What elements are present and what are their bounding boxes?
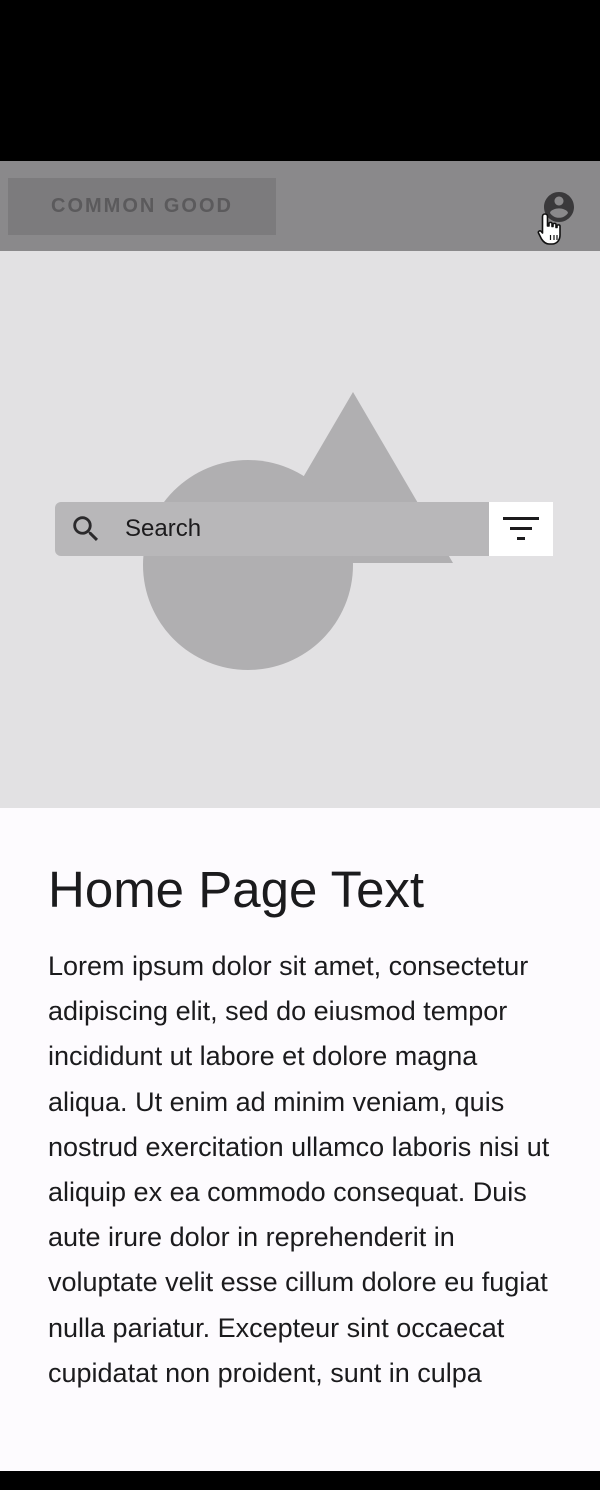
logo[interactable]: COMMON GOOD bbox=[8, 178, 276, 235]
body-paragraph: Lorem ipsum dolor sit amet, consectetur … bbox=[48, 951, 550, 1388]
account-circle-icon bbox=[544, 192, 574, 222]
hero-banner: Search bbox=[0, 251, 600, 808]
status-bar-area bbox=[0, 0, 600, 161]
app-bar: COMMON GOOD bbox=[0, 161, 600, 251]
main-content: Home Page Text Lorem ipsum dolor sit ame… bbox=[0, 808, 600, 1471]
search-input[interactable]: Search bbox=[55, 502, 489, 556]
page-title: Home Page Text bbox=[48, 861, 425, 918]
search-icon bbox=[69, 512, 103, 546]
search-placeholder: Search bbox=[125, 515, 202, 542]
filter-button[interactable] bbox=[489, 502, 553, 556]
logo-text: COMMON GOOD bbox=[51, 195, 233, 217]
navigation-bar-area bbox=[0, 1471, 600, 1490]
account-button[interactable] bbox=[541, 189, 577, 225]
filter-icon bbox=[503, 517, 539, 540]
